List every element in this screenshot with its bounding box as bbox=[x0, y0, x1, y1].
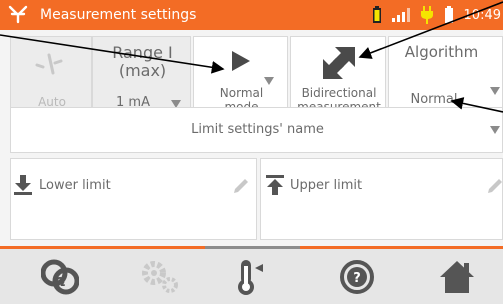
callout-arrow-mode bbox=[0, 34, 225, 74]
callout-arrows bbox=[0, 1, 503, 113]
callout-arrow-algorithm bbox=[450, 97, 503, 113]
callout-arrow-bidirectional bbox=[358, 1, 503, 59]
